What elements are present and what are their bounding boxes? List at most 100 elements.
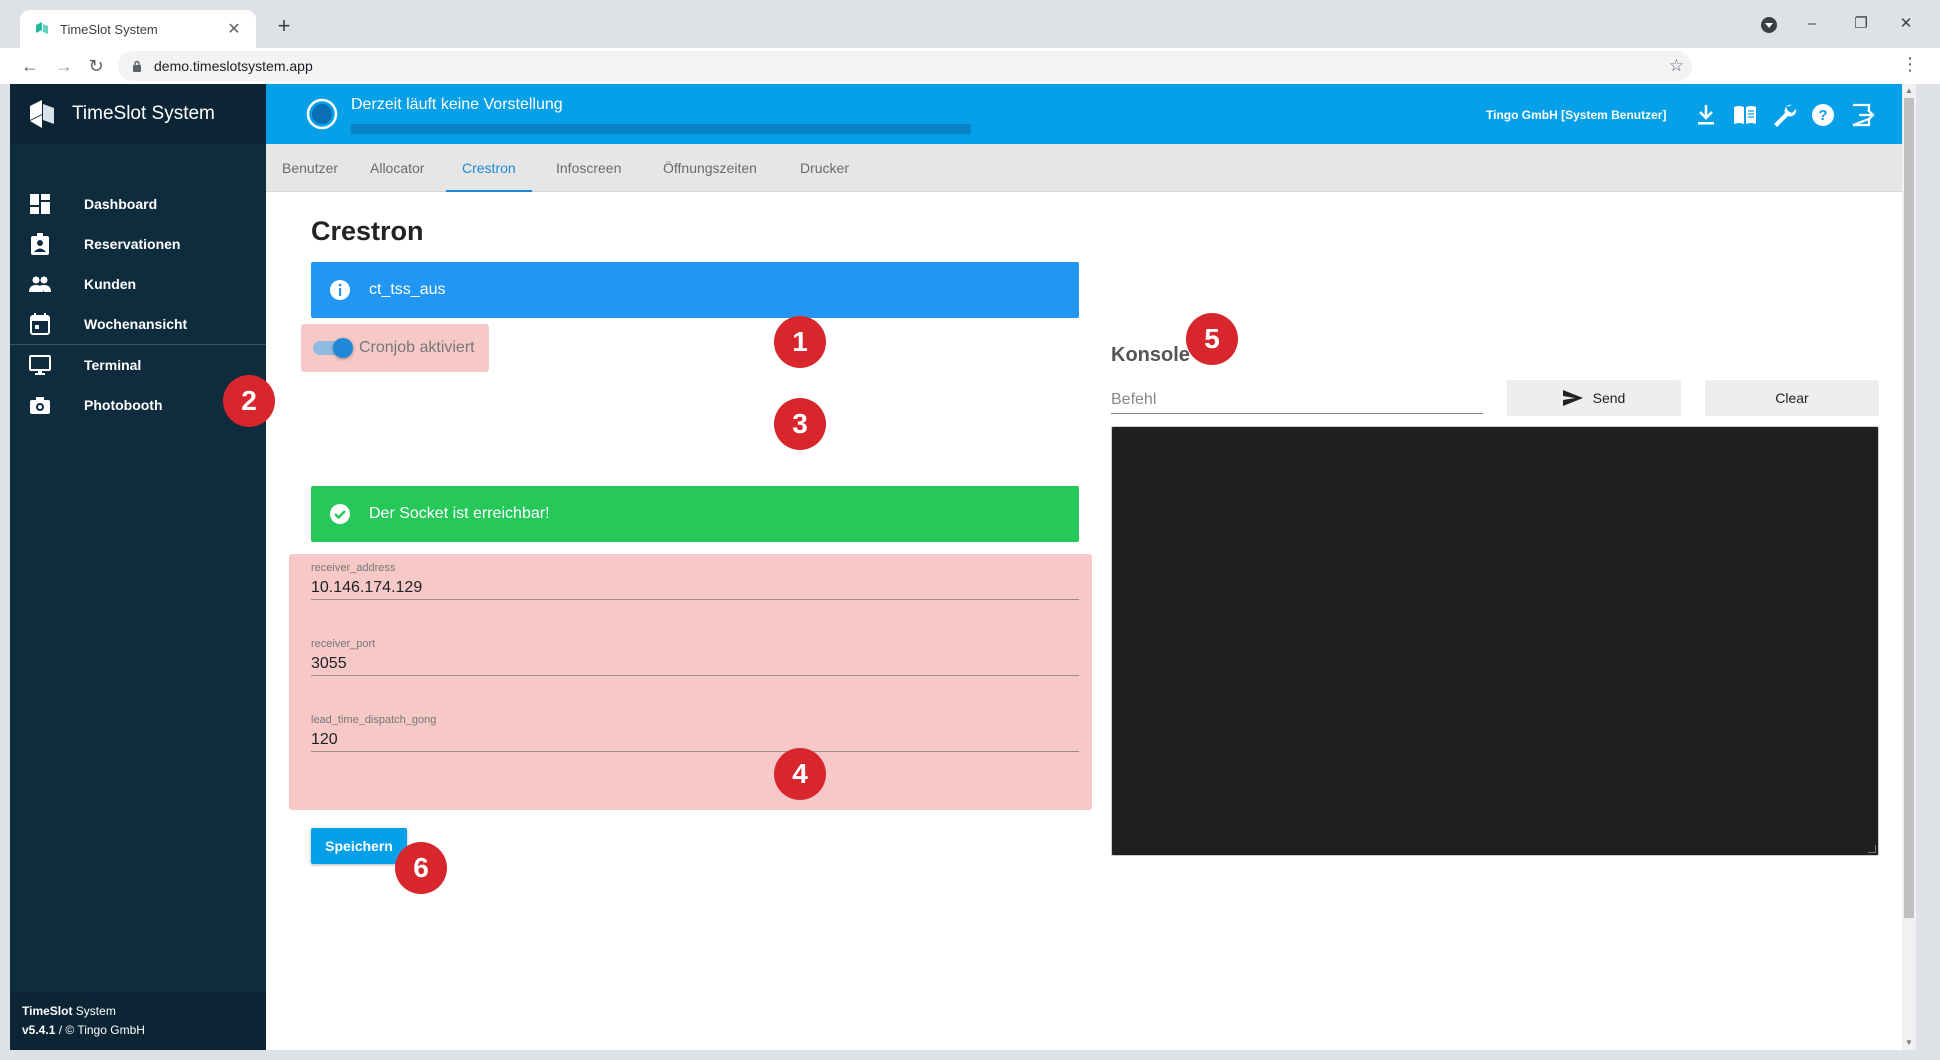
clear-button[interactable]: Clear — [1705, 380, 1879, 416]
sidebar-item-kunden[interactable]: Kunden — [10, 264, 266, 304]
footer-app-name: TimeSlot System — [22, 1004, 116, 1018]
main-content: Crestron ct_tss_aus Cronjob aktiviert De… — [223, 192, 1916, 1050]
lead-time-input[interactable]: 120 — [311, 728, 1079, 752]
annotation-marker: 1 — [774, 316, 826, 368]
help-icon[interactable]: ? — [1810, 102, 1836, 128]
receiver-address-field[interactable]: receiver_address 10.146.174.129 — [311, 562, 1079, 600]
tab-close-icon[interactable]: ✕ — [226, 19, 242, 39]
app-window: TimeSlot System Dashboard Reservationen … — [10, 84, 1916, 1050]
save-button[interactable]: Speichern — [311, 828, 407, 864]
dashboard-icon — [28, 192, 52, 216]
info-icon — [330, 280, 350, 300]
people-icon — [28, 272, 52, 296]
success-alert: Der Socket ist erreichbar! — [311, 486, 1079, 542]
show-status-text: Derzeit läuft keine Vorstellung — [351, 96, 563, 113]
command-input[interactable]: Befehl — [1111, 380, 1483, 414]
close-window-button[interactable]: ✕ — [1894, 12, 1918, 36]
show-status-icon — [306, 98, 338, 130]
tab-crestron[interactable]: Crestron — [446, 144, 532, 192]
success-alert-text: Der Socket ist erreichbar! — [369, 505, 550, 522]
url-text: demo.timeslotsystem.app — [154, 58, 313, 74]
sidebar-item-label: Photobooth — [84, 397, 163, 413]
back-button[interactable]: ← — [18, 54, 42, 78]
profile-menu-icon[interactable] — [1761, 17, 1777, 33]
browser-tab[interactable]: TimeSlot System ✕ — [20, 10, 256, 48]
send-button[interactable]: Send — [1507, 380, 1681, 416]
connection-fields: receiver_address 10.146.174.129 receiver… — [289, 554, 1092, 810]
tab-benutzer[interactable]: Benutzer — [266, 144, 354, 192]
sidebar-item-label: Dashboard — [84, 196, 158, 212]
page-scrollbar[interactable]: ▲ ▼ — [1902, 84, 1916, 1050]
forward-button[interactable]: → — [52, 54, 76, 78]
scroll-down-icon[interactable]: ▼ — [1904, 1038, 1914, 1048]
sidebar-item-wochenansicht[interactable]: Wochenansicht — [10, 304, 266, 344]
receiver-address-input[interactable]: 10.146.174.129 — [311, 576, 1079, 600]
tab-drucker[interactable]: Drucker — [784, 144, 865, 192]
minimize-button[interactable]: – — [1800, 12, 1824, 36]
window-bottom-edge — [0, 1050, 1940, 1060]
lock-icon — [133, 60, 141, 72]
wrench-icon[interactable] — [1771, 102, 1797, 128]
lead-time-field[interactable]: lead_time_dispatch_gong 120 — [311, 714, 1079, 752]
browser-menu-icon[interactable]: ⋮ — [1898, 54, 1922, 75]
sidebar-item-label: Reservationen — [84, 236, 181, 252]
restore-button[interactable]: ❐ — [1849, 12, 1873, 36]
receiver-port-input[interactable]: 3055 — [311, 652, 1079, 676]
field-label: lead_time_dispatch_gong — [311, 714, 437, 726]
user-info[interactable]: Tingo GmbH [System Benutzer] — [1486, 108, 1666, 122]
download-icon[interactable] — [1693, 102, 1719, 128]
cronjob-label: Cronjob aktiviert — [359, 339, 475, 356]
info-alert-text: ct_tss_aus — [369, 281, 446, 298]
sidebar-item-dashboard[interactable]: Dashboard — [10, 184, 266, 224]
annotation-marker: 3 — [774, 398, 826, 450]
brand[interactable]: TimeSlot System — [10, 84, 266, 144]
footer-version: v5.4.1 / © Tingo GmbH — [22, 1023, 145, 1037]
switch-knob — [333, 338, 353, 358]
monitor-icon — [28, 353, 52, 377]
cronjob-toggle[interactable]: Cronjob aktiviert — [301, 324, 489, 372]
send-label: Send — [1592, 390, 1626, 406]
annotation-marker: 5 — [1186, 313, 1238, 365]
sidebar-item-reservationen[interactable]: Reservationen — [10, 224, 266, 264]
resize-handle-icon[interactable] — [1868, 845, 1876, 853]
contact-badge-icon — [28, 232, 52, 256]
field-label: receiver_port — [311, 638, 376, 650]
browser-tabstrip: TimeSlot System ✕ + – ❐ ✕ — [0, 0, 1940, 48]
sidebar-item-terminal[interactable]: Terminal — [10, 345, 266, 385]
tab-allocator[interactable]: Allocator — [354, 144, 440, 192]
camera-icon — [28, 393, 52, 417]
sidebar-item-label: Wochenansicht — [84, 316, 188, 332]
show-progress-bar — [351, 124, 971, 134]
sidebar-item-label: Kunden — [84, 276, 137, 292]
new-tab-button[interactable]: + — [272, 14, 296, 38]
app-logo-icon — [30, 100, 54, 128]
sidebar-footer: TimeSlot System v5.4.1 / © Tingo GmbH — [10, 992, 266, 1050]
book-icon[interactable] — [1732, 102, 1758, 128]
bookmark-star-icon[interactable]: ☆ — [1669, 56, 1684, 76]
send-icon — [1562, 390, 1583, 406]
page-title: Crestron — [311, 216, 424, 246]
tab-infoscreen[interactable]: Infoscreen — [540, 144, 637, 192]
sidebar-item-label: Terminal — [84, 357, 142, 373]
annotation-marker: 6 — [395, 842, 447, 894]
reload-button[interactable]: ↻ — [84, 54, 108, 78]
console-title: Konsole — [1111, 344, 1190, 366]
settings-tabs: Benutzer Allocator Crestron Infoscreen Ö… — [266, 144, 1916, 192]
browser-toolbar: ← → ↻ demo.timeslotsystem.app ☆ ⋮ — [0, 48, 1940, 84]
annotation-marker: 2 — [223, 375, 275, 427]
scrollbar-thumb[interactable] — [1904, 98, 1914, 918]
receiver-port-field[interactable]: receiver_port 3055 — [311, 638, 1079, 676]
scroll-up-icon[interactable]: ▲ — [1904, 86, 1914, 96]
tab-oeffnungszeiten[interactable]: Öffnungszeiten — [647, 144, 773, 192]
svg-text:?: ? — [1818, 107, 1827, 124]
logout-icon[interactable] — [1849, 102, 1875, 128]
info-alert: ct_tss_aus — [311, 262, 1079, 318]
console-output[interactable] — [1111, 426, 1879, 856]
address-bar[interactable]: demo.timeslotsystem.app ☆ — [118, 51, 1692, 81]
annotation-marker: 4 — [774, 748, 826, 800]
brand-name: TimeSlot System — [72, 103, 215, 124]
cronjob-switch[interactable] — [313, 338, 353, 358]
field-label: receiver_address — [311, 562, 396, 574]
top-bar: Derzeit läuft keine Vorstellung Tingo Gm… — [266, 84, 1916, 144]
check-circle-icon — [330, 504, 350, 524]
